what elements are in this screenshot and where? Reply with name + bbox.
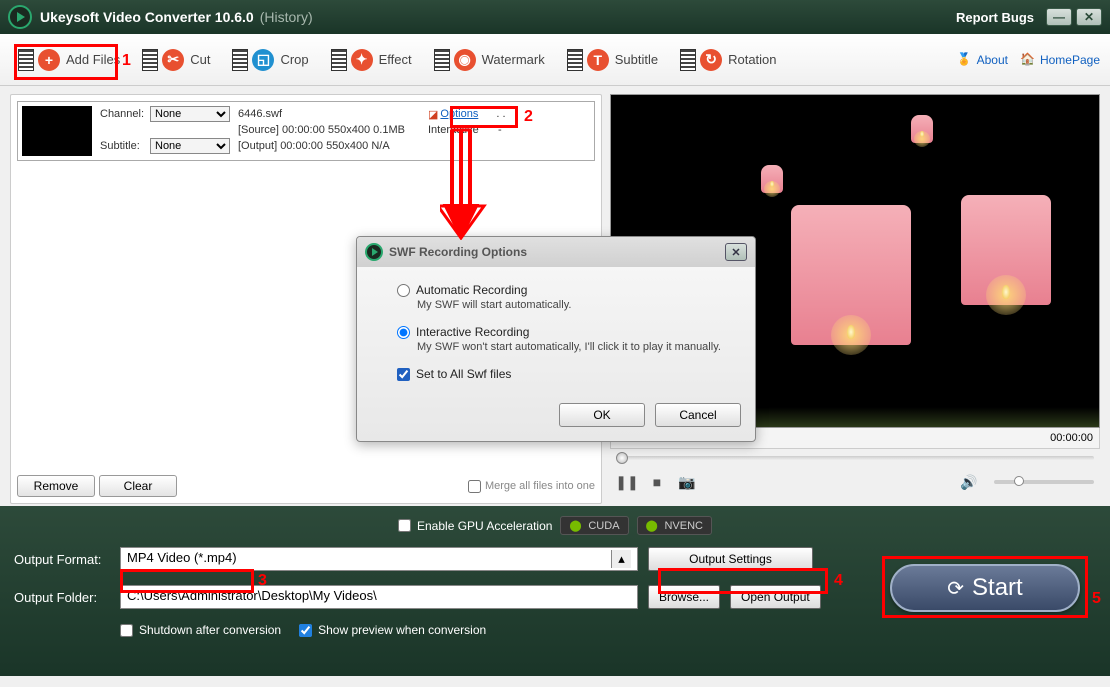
- dash: -: [498, 124, 502, 136]
- nvenc-badge: ⬤ NVENC: [637, 516, 712, 535]
- set-all-checkbox[interactable]: Set to All Swf files: [397, 367, 735, 381]
- home-icon: 🏠: [1020, 52, 1036, 68]
- file-row[interactable]: Channel: None 6446.swf ◪ Options . . [So…: [17, 101, 595, 161]
- interactive-recording-radio[interactable]: Interactive Recording: [397, 325, 735, 339]
- seek-bar[interactable]: [610, 449, 1100, 467]
- output-folder-input[interactable]: C:\Users\Administrator\Desktop\My Videos…: [120, 585, 638, 609]
- remove-button[interactable]: Remove: [17, 475, 95, 497]
- add-files-button[interactable]: +Add Files: [10, 42, 128, 78]
- time-total: 00:00:00: [1050, 432, 1093, 444]
- pause-button[interactable]: ❚❚: [616, 471, 638, 493]
- gpu-label: Enable GPU Acceleration: [417, 519, 552, 533]
- interactive-recording-desc: My SWF won't start automatically, I'll c…: [417, 341, 735, 353]
- report-bugs-link[interactable]: Report Bugs: [956, 10, 1034, 25]
- close-button[interactable]: ✕: [1076, 8, 1102, 26]
- volume-slider[interactable]: [994, 480, 1094, 484]
- mode-label: Interactive: [428, 124, 498, 136]
- rotation-button[interactable]: ↻Rotation: [672, 42, 784, 78]
- automatic-recording-desc: My SWF will start automatically.: [417, 299, 735, 311]
- output-format-label: Output Format:: [14, 552, 120, 567]
- dialog-title: SWF Recording Options: [389, 245, 527, 259]
- dialog-cancel-button[interactable]: Cancel: [655, 403, 741, 427]
- browse-button[interactable]: Browse...: [648, 585, 720, 609]
- subtitle-label: Subtitle:: [100, 140, 150, 152]
- bottom-panel: Enable GPU Acceleration ⬤ CUDA ⬤ NVENC O…: [0, 506, 1110, 676]
- output-info: [Output] 00:00:00 550x400 N/A: [238, 140, 390, 152]
- file-name: 6446.swf: [238, 108, 428, 120]
- medal-icon: 🏅: [957, 52, 973, 68]
- app-logo: [8, 5, 32, 29]
- shutdown-checkbox[interactable]: [120, 624, 133, 637]
- minimize-button[interactable]: —: [1046, 8, 1072, 26]
- output-format-select[interactable]: MP4 Video (*.mp4) ▴: [120, 547, 638, 571]
- cuda-badge: ⬤ CUDA: [560, 516, 628, 535]
- options-icon: ◪: [428, 108, 438, 121]
- chevron-up-icon: ▴: [611, 550, 631, 568]
- annot-dots: . .: [496, 108, 505, 120]
- start-button[interactable]: ⟳Start: [890, 564, 1080, 612]
- swf-recording-dialog: SWF Recording Options ✕ Automatic Record…: [356, 236, 756, 442]
- titlebar: Ukeysoft Video Converter 10.6.0 (History…: [0, 0, 1110, 34]
- file-thumbnail: [22, 106, 92, 156]
- output-folder-label: Output Folder:: [14, 590, 120, 605]
- open-output-button[interactable]: Open Output: [730, 585, 821, 609]
- shutdown-label: Shutdown after conversion: [139, 623, 281, 637]
- channel-label: Channel:: [100, 108, 150, 120]
- output-settings-button[interactable]: Output Settings: [648, 547, 813, 571]
- channel-select[interactable]: None: [150, 106, 230, 122]
- snapshot-button[interactable]: 📷: [676, 471, 698, 493]
- show-preview-checkbox[interactable]: [299, 624, 312, 637]
- crop-button[interactable]: ◱Crop: [224, 42, 316, 78]
- volume-icon[interactable]: 🔊: [958, 471, 980, 493]
- refresh-icon: ⟳: [947, 576, 964, 601]
- automatic-recording-radio[interactable]: Automatic Recording: [397, 283, 735, 297]
- watermark-button[interactable]: ◉Watermark: [426, 42, 553, 78]
- source-info: [Source] 00:00:00 550x400 0.1MB: [238, 124, 428, 136]
- app-title: Ukeysoft Video Converter 10.6.0: [40, 9, 254, 25]
- toolbar: +Add Files ✂Cut ◱Crop ✦Effect ◉Watermark…: [0, 34, 1110, 86]
- dialog-close-button[interactable]: ✕: [725, 243, 747, 261]
- clear-button[interactable]: Clear: [99, 475, 177, 497]
- subtitle-select[interactable]: None: [150, 138, 230, 154]
- about-link[interactable]: 🏅About: [957, 52, 1008, 68]
- effect-button[interactable]: ✦Effect: [323, 42, 420, 78]
- merge-checkbox[interactable]: [468, 480, 481, 493]
- dialog-ok-button[interactable]: OK: [559, 403, 645, 427]
- stop-button[interactable]: ■: [646, 471, 668, 493]
- homepage-link[interactable]: 🏠HomePage: [1020, 52, 1100, 68]
- options-link[interactable]: Options: [440, 108, 478, 120]
- subtitle-button[interactable]: TSubtitle: [559, 42, 666, 78]
- gpu-checkbox[interactable]: [398, 519, 411, 532]
- merge-label: Merge all files into one: [485, 480, 595, 492]
- history-link[interactable]: (History): [260, 9, 313, 25]
- dialog-logo: [365, 243, 383, 261]
- show-preview-label: Show preview when conversion: [318, 623, 486, 637]
- cut-button[interactable]: ✂Cut: [134, 42, 218, 78]
